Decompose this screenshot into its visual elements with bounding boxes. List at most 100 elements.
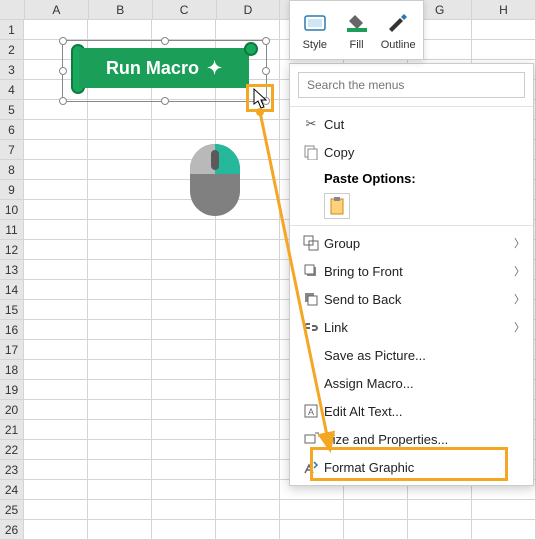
cell[interactable] <box>88 220 152 240</box>
cell[interactable] <box>24 500 88 520</box>
cell[interactable] <box>152 460 216 480</box>
cell[interactable] <box>88 20 152 40</box>
row-header[interactable]: 3 <box>0 60 24 80</box>
row-header[interactable]: 14 <box>0 280 24 300</box>
cell[interactable] <box>24 20 88 40</box>
cell[interactable] <box>216 520 280 540</box>
cell[interactable] <box>24 300 88 320</box>
cell[interactable] <box>344 520 408 540</box>
col-header[interactable]: B <box>89 0 153 19</box>
cell[interactable] <box>472 20 536 40</box>
row-header[interactable]: 16 <box>0 320 24 340</box>
row-header[interactable]: 17 <box>0 340 24 360</box>
col-header[interactable]: D <box>217 0 281 19</box>
menu-copy[interactable]: Copy <box>290 138 533 166</box>
cell[interactable] <box>88 440 152 460</box>
menu-format-graphic[interactable]: Format Graphic <box>290 453 533 481</box>
cell[interactable] <box>216 420 280 440</box>
cell[interactable] <box>24 480 88 500</box>
cell[interactable] <box>88 400 152 420</box>
row-header[interactable]: 2 <box>0 40 24 60</box>
cell[interactable] <box>88 360 152 380</box>
cell[interactable] <box>216 320 280 340</box>
cell[interactable] <box>152 420 216 440</box>
cell[interactable] <box>24 460 88 480</box>
cell[interactable] <box>152 440 216 460</box>
cell[interactable] <box>88 180 152 200</box>
cell[interactable] <box>24 520 88 540</box>
cell[interactable] <box>408 500 472 520</box>
cell[interactable] <box>88 280 152 300</box>
cell[interactable] <box>152 220 216 240</box>
select-all-corner[interactable] <box>0 0 25 19</box>
row-header[interactable]: 6 <box>0 120 24 140</box>
outline-button[interactable]: Outline <box>379 5 417 55</box>
cell[interactable] <box>152 320 216 340</box>
cell[interactable] <box>88 380 152 400</box>
cell[interactable] <box>216 260 280 280</box>
menu-link[interactable]: Link 〉 <box>290 313 533 341</box>
menu-send-to-back[interactable]: Send to Back 〉 <box>290 285 533 313</box>
run-macro-shape[interactable]: Run Macro ✦ <box>71 42 258 94</box>
cell[interactable] <box>88 260 152 280</box>
menu-size-properties[interactable]: Size and Properties... <box>290 425 533 453</box>
cell[interactable] <box>152 120 216 140</box>
menu-bring-to-front[interactable]: Bring to Front 〉 <box>290 257 533 285</box>
search-input[interactable] <box>298 72 525 98</box>
cell[interactable] <box>88 160 152 180</box>
row-header[interactable]: 13 <box>0 260 24 280</box>
row-header[interactable]: 19 <box>0 380 24 400</box>
cell[interactable] <box>24 360 88 380</box>
row-header[interactable]: 15 <box>0 300 24 320</box>
row-header[interactable]: 24 <box>0 480 24 500</box>
cell[interactable] <box>24 340 88 360</box>
row-header[interactable]: 1 <box>0 20 24 40</box>
cell[interactable] <box>24 280 88 300</box>
cell[interactable] <box>216 280 280 300</box>
cell[interactable] <box>280 520 344 540</box>
cell[interactable] <box>216 440 280 460</box>
cell[interactable] <box>88 520 152 540</box>
cell[interactable] <box>88 200 152 220</box>
cell[interactable] <box>216 240 280 260</box>
cell[interactable] <box>24 100 88 120</box>
cell[interactable] <box>24 180 88 200</box>
menu-save-as-picture[interactable]: Save as Picture... <box>290 341 533 369</box>
cell[interactable] <box>344 500 408 520</box>
menu-edit-alt-text[interactable]: A Edit Alt Text... <box>290 397 533 425</box>
row-header[interactable]: 5 <box>0 100 24 120</box>
row-header[interactable]: 22 <box>0 440 24 460</box>
cell[interactable] <box>88 120 152 140</box>
cell[interactable] <box>472 520 536 540</box>
cell[interactable] <box>216 300 280 320</box>
cell[interactable] <box>24 160 88 180</box>
resize-handle[interactable] <box>59 67 67 75</box>
cell[interactable] <box>24 380 88 400</box>
cell[interactable] <box>88 340 152 360</box>
cell[interactable] <box>88 460 152 480</box>
resize-handle[interactable] <box>59 37 67 45</box>
resize-handle[interactable] <box>59 97 67 105</box>
cell[interactable] <box>24 220 88 240</box>
row-header[interactable]: 21 <box>0 420 24 440</box>
cell[interactable] <box>216 120 280 140</box>
cell[interactable] <box>152 280 216 300</box>
cell[interactable] <box>216 400 280 420</box>
cell[interactable] <box>216 460 280 480</box>
cell[interactable] <box>472 500 536 520</box>
cell[interactable] <box>472 40 536 60</box>
cell[interactable] <box>280 500 344 520</box>
cell[interactable] <box>152 400 216 420</box>
cell[interactable] <box>216 20 280 40</box>
resize-handle[interactable] <box>262 67 270 75</box>
cell[interactable] <box>88 100 152 120</box>
cell[interactable] <box>88 240 152 260</box>
menu-group[interactable]: Group 〉 <box>290 229 533 257</box>
row-header[interactable]: 8 <box>0 160 24 180</box>
cell[interactable] <box>88 500 152 520</box>
resize-handle[interactable] <box>262 37 270 45</box>
cell[interactable] <box>24 320 88 340</box>
cell[interactable] <box>24 400 88 420</box>
cell[interactable] <box>152 520 216 540</box>
row-header[interactable]: 4 <box>0 80 24 100</box>
